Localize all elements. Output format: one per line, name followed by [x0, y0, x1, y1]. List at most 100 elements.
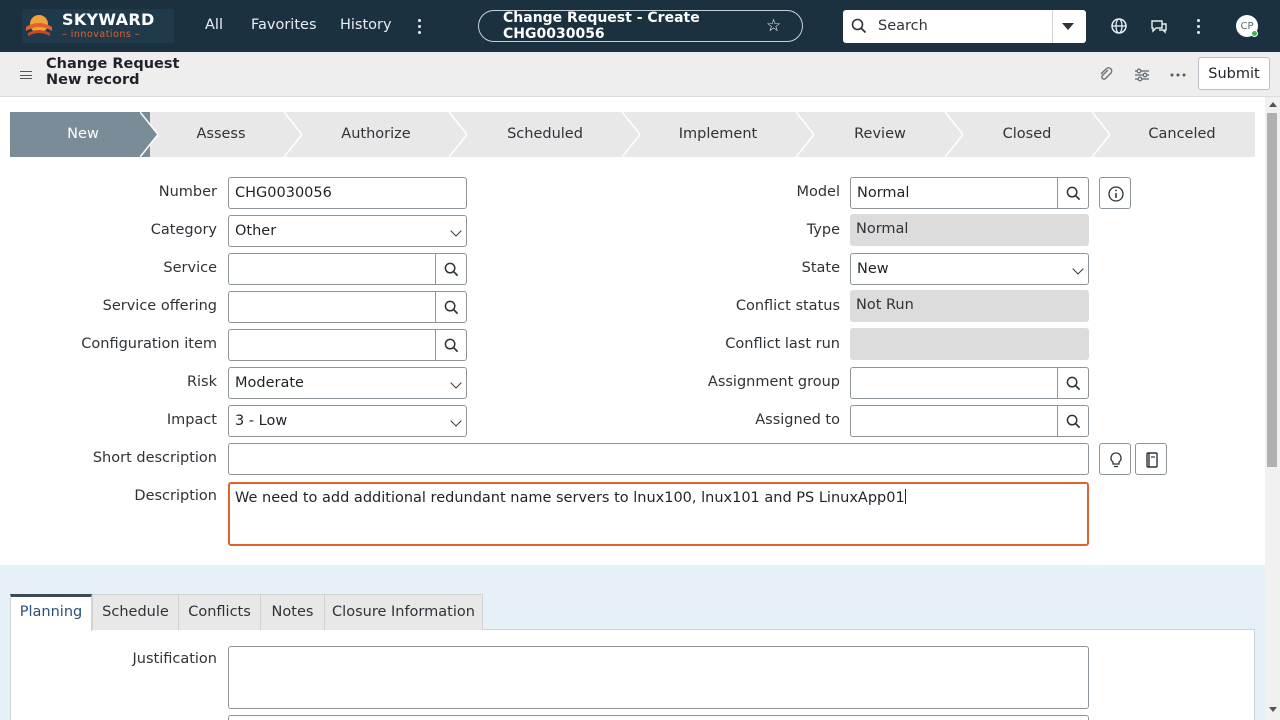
assigned-to-field[interactable]: [850, 405, 1058, 437]
more-options-icon[interactable]: [1169, 66, 1187, 84]
stage-label-canceled[interactable]: Canceled: [1098, 112, 1266, 157]
globe-icon[interactable]: [1109, 16, 1129, 36]
model-lookup-button[interactable]: [1057, 177, 1089, 209]
assignment-group-field[interactable]: [850, 367, 1058, 399]
configuration-item-field[interactable]: [228, 329, 436, 361]
search-icon: [1066, 186, 1081, 201]
stage-label-authorize[interactable]: Authorize: [286, 112, 466, 157]
chevron-down-icon: [1072, 263, 1084, 275]
brand-logo[interactable]: SKYWARD – innovations –: [22, 9, 174, 43]
tab-closure-information[interactable]: Closure Information: [324, 594, 483, 630]
stage-label-closed[interactable]: Closed: [950, 112, 1104, 157]
assigned-to-lookup-button[interactable]: [1057, 405, 1089, 437]
service-lookup-button[interactable]: [435, 253, 467, 285]
justification-textarea[interactable]: [228, 646, 1089, 709]
brand-tagline: – innovations –: [62, 29, 141, 41]
conflict-status-label: Conflict status: [735, 298, 840, 314]
state-label: State: [801, 260, 840, 276]
brand-name: SKYWARD: [62, 10, 155, 30]
stage-label-implement[interactable]: Implement: [628, 112, 808, 157]
form-menu-icon[interactable]: [20, 71, 32, 79]
search-icon: [1066, 414, 1081, 429]
book-icon: [1146, 452, 1158, 468]
nav-history[interactable]: History: [340, 17, 392, 33]
nav-favorites[interactable]: Favorites: [251, 17, 317, 33]
scroll-down-icon[interactable]: [1269, 707, 1277, 712]
knowledge-button[interactable]: [1135, 443, 1167, 475]
next-planning-textarea[interactable]: [228, 715, 1089, 720]
scroll-up-icon[interactable]: [1269, 102, 1277, 107]
conflict-last-run-label: Conflict last run: [725, 336, 840, 352]
online-status-icon: [1251, 30, 1258, 37]
stage-label-scheduled[interactable]: Scheduled: [454, 112, 636, 157]
page-title: Change Request New record: [46, 56, 179, 88]
stage-label-assess[interactable]: Assess: [156, 112, 286, 157]
short-description-field[interactable]: [228, 443, 1089, 475]
service-offering-label: Service offering: [102, 298, 217, 314]
risk-select[interactable]: Moderate: [228, 367, 467, 399]
page-scrollbar[interactable]: [1265, 97, 1280, 720]
stage-divider: [622, 112, 640, 157]
tab-schedule[interactable]: Schedule: [92, 594, 179, 630]
conflict-status-field: Not Run: [850, 290, 1089, 322]
stage-progress-bar: New Assess Authorize Scheduled Implement…: [10, 112, 1255, 157]
search-icon: [1066, 376, 1081, 391]
assignment-group-lookup-button[interactable]: [1057, 367, 1089, 399]
logo-mark-icon: [22, 9, 56, 43]
model-field[interactable]: Normal: [850, 177, 1058, 209]
search-scope-dropdown-icon[interactable]: [1062, 23, 1074, 30]
overflow-menu-icon[interactable]: [1191, 14, 1207, 38]
search-icon: [444, 300, 459, 315]
chevron-down-icon: [450, 415, 462, 427]
tab-notes[interactable]: Notes: [260, 594, 325, 630]
scrollbar-thumb[interactable]: [1267, 113, 1277, 467]
number-label: Number: [158, 184, 217, 200]
category-value: Other: [235, 223, 277, 239]
record-type: Change Request: [46, 56, 180, 72]
context-pill-label: Change Request - Create CHG0030056: [503, 10, 700, 42]
context-pill[interactable]: Change Request - Create CHG0030056 ☆: [478, 10, 803, 42]
top-navigation-bar: SKYWARD – innovations – All Favorites Hi…: [0, 0, 1280, 52]
personalize-form-icon[interactable]: [1133, 66, 1151, 84]
global-search[interactable]: Search: [843, 10, 1086, 43]
model-info-button[interactable]: [1099, 177, 1131, 209]
short-description-label: Short description: [92, 450, 217, 466]
stage-divider: [449, 112, 467, 157]
service-label: Service: [163, 260, 217, 276]
category-select[interactable]: Other: [228, 215, 467, 247]
stage-label-new: New: [67, 126, 99, 142]
suggestion-button[interactable]: [1099, 443, 1131, 475]
configuration-item-label: Configuration item: [81, 336, 217, 352]
search-input[interactable]: Search: [878, 18, 928, 34]
assignment-group-label: Assignment group: [707, 374, 840, 390]
chat-icon[interactable]: [1149, 16, 1169, 36]
nav-more-icon[interactable]: [412, 14, 428, 38]
service-field[interactable]: [228, 253, 436, 285]
nav-all[interactable]: All: [205, 17, 223, 33]
configuration-item-lookup-button[interactable]: [435, 329, 467, 361]
description-label: Description: [134, 488, 217, 504]
tab-planning[interactable]: Planning: [10, 594, 92, 631]
search-icon: [444, 262, 459, 277]
stage-divider: [140, 112, 158, 157]
record-status: New record: [46, 72, 140, 88]
state-value: New: [857, 261, 889, 277]
submit-button[interactable]: Submit: [1198, 57, 1270, 90]
assigned-to-label: Assigned to: [755, 412, 840, 428]
stage-label-review[interactable]: Review: [800, 112, 960, 157]
service-offering-field[interactable]: [228, 291, 436, 323]
model-label: Model: [796, 184, 840, 200]
text-cursor: [904, 489, 906, 504]
state-select[interactable]: New: [850, 253, 1089, 285]
avatar[interactable]: CP: [1236, 15, 1258, 37]
description-textarea[interactable]: We need to add additional redundant name…: [228, 482, 1089, 546]
impact-select[interactable]: 3 - Low: [228, 405, 467, 437]
tab-conflicts[interactable]: Conflicts: [178, 594, 261, 630]
attachment-icon[interactable]: [1097, 66, 1115, 84]
stage-divider: [945, 112, 963, 157]
category-label: Category: [150, 222, 217, 238]
number-field[interactable]: CHG0030056: [228, 177, 467, 209]
chevron-down-icon: [450, 377, 462, 389]
favorite-star-icon[interactable]: ☆: [766, 16, 781, 36]
service-offering-lookup-button[interactable]: [435, 291, 467, 323]
